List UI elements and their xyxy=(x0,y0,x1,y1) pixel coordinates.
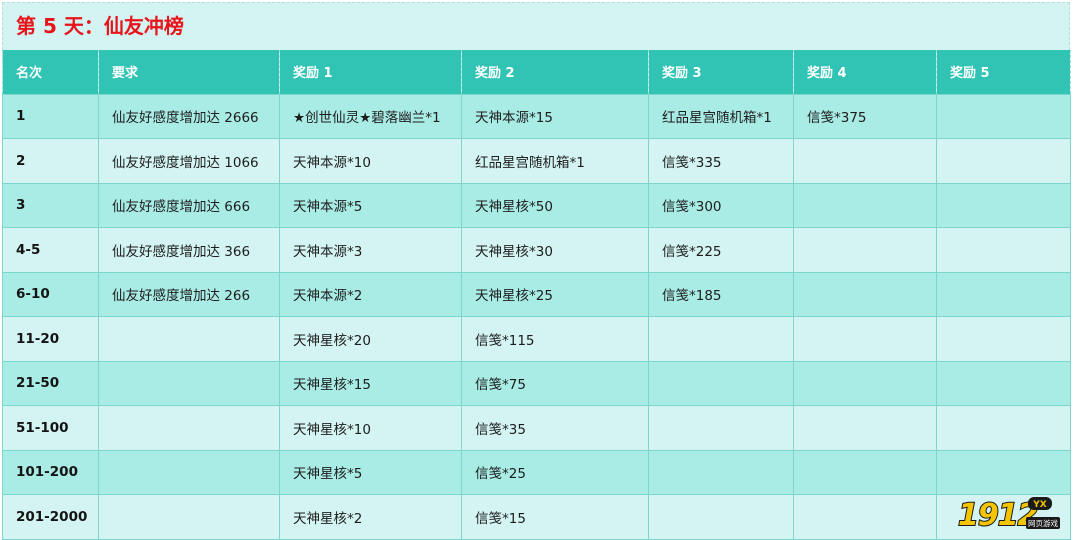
cell-reward-3 xyxy=(648,405,794,451)
header-row: 名次 要求 奖励 1 奖励 2 奖励 3 奖励 4 奖励 5 xyxy=(2,50,1071,94)
cell-reward-4 xyxy=(793,360,937,406)
cell-rank: 51-100 xyxy=(2,405,99,451)
cell-reward-2: 天神星核*50 xyxy=(461,182,649,228)
header-reward-3: 奖励 3 xyxy=(648,50,794,94)
table-row: 1 仙友好感度增加达 2666 ★创世仙灵★碧落幽兰*1 天神本源*15 红品星宫随机箱… xyxy=(2,93,1071,139)
cell-rank: 21-50 xyxy=(2,360,99,406)
site-logo: 1912 YX 网页游戏 xyxy=(957,497,1060,531)
cell-reward-1: 天神本源*5 xyxy=(279,182,462,228)
cell-reward-1: ★创世仙灵★碧落幽兰*1 xyxy=(279,93,462,139)
table-row: 51-100 天神星核*10 信笺*35 xyxy=(2,405,1071,451)
header-reward-4: 奖励 4 xyxy=(793,50,937,94)
logo-tagline: 网页游戏 xyxy=(1028,518,1058,528)
cell-requirement xyxy=(98,360,280,406)
cell-reward-1: 天神星核*10 xyxy=(279,405,462,451)
cell-reward-4 xyxy=(793,271,937,317)
cell-rank: 2 xyxy=(2,138,99,184)
cell-reward-1: 天神本源*10 xyxy=(279,138,462,184)
cell-reward-4 xyxy=(793,405,937,451)
cell-reward-3: 信笺*300 xyxy=(648,182,794,228)
cell-reward-3: 信笺*335 xyxy=(648,138,794,184)
cell-reward-5 xyxy=(936,227,1071,273)
cell-reward-3 xyxy=(648,494,794,540)
cell-reward-3: 红品星宫随机箱*1 xyxy=(648,93,794,139)
cell-requirement: 仙友好感度增加达 2666 xyxy=(98,93,280,139)
cell-requirement xyxy=(98,494,280,540)
cell-reward-1: 天神星核*5 xyxy=(279,449,462,495)
cell-reward-5 xyxy=(936,405,1071,451)
table-row: 201-2000 天神星核*2 信笺*15 xyxy=(2,494,1071,540)
cell-reward-3: 信笺*225 xyxy=(648,227,794,273)
cell-rank: 3 xyxy=(2,182,99,228)
table-row: 11-20 天神星核*20 信笺*115 xyxy=(2,316,1071,362)
cell-rank: 4-5 xyxy=(2,227,99,273)
cell-reward-1: 天神星核*2 xyxy=(279,494,462,540)
cell-reward-2: 信笺*115 xyxy=(461,316,649,362)
page-title: 第 5 天：仙友冲榜 xyxy=(16,14,184,38)
cell-reward-4 xyxy=(793,494,937,540)
cell-reward-4: 信笺*375 xyxy=(793,93,937,139)
cell-reward-4 xyxy=(793,138,937,184)
logo-badge-text: YX xyxy=(1032,500,1047,510)
cell-reward-2: 天神星核*25 xyxy=(461,271,649,317)
logo-text: 1912 xyxy=(958,498,1038,531)
cell-reward-5 xyxy=(936,271,1071,317)
cell-rank: 11-20 xyxy=(2,316,99,362)
cell-reward-1: 天神星核*15 xyxy=(279,360,462,406)
table-row: 4-5 仙友好感度增加达 366 天神本源*3 天神星核*30 信笺*225 xyxy=(2,227,1071,273)
cell-reward-5 xyxy=(936,182,1071,228)
cell-requirement xyxy=(98,405,280,451)
cell-reward-5 xyxy=(936,360,1071,406)
cell-requirement: 仙友好感度增加达 366 xyxy=(98,227,280,273)
cell-rank: 6-10 xyxy=(2,271,99,317)
cell-reward-3 xyxy=(648,449,794,495)
cell-reward-2: 信笺*25 xyxy=(461,449,649,495)
cell-reward-2: 红品星宫随机箱*1 xyxy=(461,138,649,184)
table-row: 21-50 天神星核*15 信笺*75 xyxy=(2,360,1071,406)
cell-reward-1: 天神本源*2 xyxy=(279,271,462,317)
cell-reward-5 xyxy=(936,316,1071,362)
header-reward-2: 奖励 2 xyxy=(461,50,649,94)
cell-requirement xyxy=(98,316,280,362)
cell-reward-4 xyxy=(793,182,937,228)
cell-reward-2: 天神星核*30 xyxy=(461,227,649,273)
cell-requirement: 仙友好感度增加达 266 xyxy=(98,271,280,317)
table-row: 6-10 仙友好感度增加达 266 天神本源*2 天神星核*25 信笺*185 xyxy=(2,271,1071,317)
cell-reward-4 xyxy=(793,227,937,273)
cell-rank: 201-2000 xyxy=(2,494,99,540)
cell-requirement: 仙友好感度增加达 666 xyxy=(98,182,280,228)
cell-reward-1: 天神星核*20 xyxy=(279,316,462,362)
cell-rank: 1 xyxy=(2,93,99,139)
table-row: 2 仙友好感度增加达 1066 天神本源*10 红品星宫随机箱*1 信笺*335 xyxy=(2,138,1071,184)
header-reward-5: 奖励 5 xyxy=(936,50,1071,94)
cell-reward-4 xyxy=(793,316,937,362)
table-row: 3 仙友好感度增加达 666 天神本源*5 天神星核*50 信笺*300 xyxy=(2,182,1071,228)
cell-reward-3: 信笺*185 xyxy=(648,271,794,317)
header-reward-1: 奖励 1 xyxy=(279,50,462,94)
cell-reward-4 xyxy=(793,449,937,495)
cell-reward-1: 天神本源*3 xyxy=(279,227,462,273)
cell-reward-5 xyxy=(936,449,1071,495)
cell-reward-2: 信笺*15 xyxy=(461,494,649,540)
cell-reward-5 xyxy=(936,93,1071,139)
cell-requirement xyxy=(98,449,280,495)
cell-rank: 101-200 xyxy=(2,449,99,495)
ranking-table: 名次 要求 奖励 1 奖励 2 奖励 3 奖励 4 奖励 5 1 仙友好感度增加达… xyxy=(2,50,1071,540)
header-requirement: 要求 xyxy=(98,50,280,94)
cell-reward-5 xyxy=(936,138,1071,184)
header-rank: 名次 xyxy=(2,50,99,94)
cell-reward-3 xyxy=(648,360,794,406)
cell-reward-2: 信笺*75 xyxy=(461,360,649,406)
cell-reward-3 xyxy=(648,316,794,362)
cell-reward-2: 信笺*35 xyxy=(461,405,649,451)
table-row: 101-200 天神星核*5 信笺*25 xyxy=(2,449,1071,495)
cell-reward-2: 天神本源*15 xyxy=(461,93,649,139)
cell-requirement: 仙友好感度增加达 1066 xyxy=(98,138,280,184)
